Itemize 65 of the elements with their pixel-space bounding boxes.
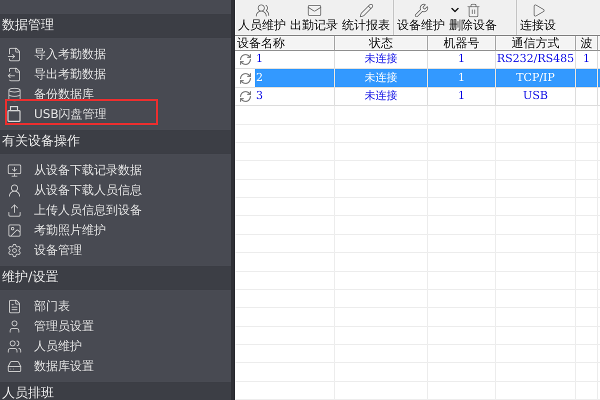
people-icon — [6, 338, 22, 354]
sidebar-item[interactable]: 导入考勤数据 — [34, 45, 106, 63]
refresh-icon — [239, 90, 252, 103]
table-cell-text: TCP/IP — [516, 70, 555, 86]
column-header[interactable]: 波 — [576, 36, 598, 50]
table-cell-text: 未连接 — [364, 88, 398, 104]
sidebar-item[interactable]: 备份数据库 — [34, 85, 94, 103]
database-settings-icon — [6, 358, 22, 374]
table-cell-text: 1 — [583, 51, 590, 68]
sidebar-item[interactable]: 设备管理 — [34, 241, 82, 259]
document-icon — [6, 298, 22, 314]
sidebar-item[interactable]: 管理员设置 — [34, 317, 94, 335]
table-cell-text: 未连接 — [364, 70, 398, 86]
settings-icon — [6, 242, 22, 258]
section-header[interactable]: 有关设备操作 — [0, 130, 231, 154]
database-icon — [6, 86, 22, 102]
toolbar-button[interactable]: 人员维护 — [238, 0, 286, 35]
sidebar-item[interactable]: 从设备下载人员信息 — [34, 181, 142, 199]
refresh-icon — [239, 53, 252, 66]
pencil-icon — [358, 3, 374, 18]
play-icon — [530, 3, 546, 18]
upload-icon — [6, 202, 22, 218]
import-icon — [6, 46, 22, 62]
sidebar-item[interactable]: 考勤照片维护 — [34, 221, 106, 239]
photo-icon — [6, 222, 22, 238]
column-header[interactable]: 机器号 — [428, 36, 496, 50]
refresh-icon — [239, 72, 252, 85]
table-cell-text: 3 — [256, 88, 263, 104]
column-header[interactable]: 通信方式 — [496, 36, 576, 50]
toolbar-button[interactable]: 出勤记录 — [290, 0, 338, 35]
sidebar-item[interactable]: 数据库设置 — [34, 357, 94, 375]
sidebar-item[interactable]: 从设备下载记录数据 — [34, 161, 142, 179]
column-header[interactable]: 设备名称 — [235, 36, 335, 50]
table-row[interactable]: 3 未连接 1 USB — [235, 88, 600, 106]
wrench-icon — [414, 3, 428, 18]
table-row[interactable]: 1 未连接 1 RS232/RS485 1 — [235, 51, 600, 70]
toolbar-button[interactable]: 删除设备 — [449, 0, 497, 35]
envelope-icon — [306, 3, 322, 18]
sidebar-item[interactable]: 导出考勤数据 — [34, 65, 106, 83]
section-header[interactable]: 人员排班 — [0, 382, 231, 400]
toolbar-button[interactable]: 连接设 — [520, 0, 556, 35]
section-header[interactable]: 数据管理 — [0, 14, 231, 38]
table-cell-text: 2 — [256, 70, 263, 86]
people-icon — [254, 3, 270, 18]
column-header[interactable]: 状态 — [335, 36, 428, 50]
table-cell-text: 1 — [458, 88, 465, 104]
table-cell-text: 1 — [458, 51, 465, 68]
sidebar-item[interactable]: 上传人员信息到设备 — [34, 201, 142, 219]
table-cell-text: 1 — [256, 51, 263, 68]
table-cell-text: RS232/RS485 — [496, 51, 574, 68]
person-icon — [6, 182, 22, 198]
table-cell-text: 未连接 — [364, 51, 398, 68]
toolbar-button[interactable]: 统计报表 — [342, 0, 390, 35]
sidebar-item[interactable]: 人员维护 — [34, 337, 82, 355]
section-header[interactable]: 维护/设置 — [0, 266, 231, 290]
export-icon — [6, 66, 22, 82]
person-icon — [6, 318, 22, 334]
usb-drive-icon — [7, 106, 21, 122]
sidebar-item[interactable]: 部门表 — [34, 297, 70, 315]
trash-icon — [466, 3, 480, 18]
download-icon — [6, 162, 22, 178]
toolbar-button[interactable]: 设备维护 — [397, 0, 445, 35]
sidebar-item[interactable]: USB闪盘管理 — [34, 105, 107, 123]
table-cell-text: 1 — [458, 70, 465, 86]
table-cell-text: USB — [523, 88, 548, 104]
